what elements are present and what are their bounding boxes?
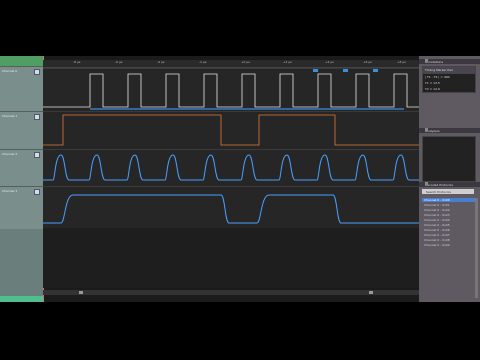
- ruler-tick: -8 μs: [73, 60, 81, 64]
- clock-trace: [43, 114, 419, 146]
- logic-analyzer-window: Channel 0 Channel 1 Channel 2 Channel 3 …: [0, 56, 480, 302]
- close-icon[interactable]: [425, 182, 428, 185]
- protocol-row[interactable]: Channel 0 - 0x05: [422, 223, 476, 227]
- ruler-tick: -4 μs: [157, 60, 165, 64]
- ruler-tick: +0 μs: [241, 60, 250, 64]
- ruler-tick: +8 μs: [397, 60, 406, 64]
- analyzers-header[interactable]: Analyzers: [419, 128, 480, 133]
- protocol-row[interactable]: Channel 0 - 0x02: [422, 208, 476, 212]
- scroll-handle-right[interactable]: [369, 291, 373, 294]
- protocol-row[interactable]: Channel 0 - 0x07: [422, 233, 476, 237]
- protocol-row[interactable]: Channel 0 - 0x09: [422, 243, 476, 247]
- channel-panel-header[interactable]: [0, 56, 43, 66]
- analog-trace: [43, 194, 419, 224]
- protocol-list-scrollbar[interactable]: [475, 198, 478, 298]
- protocol-row[interactable]: Channel 0 - 0x06: [422, 228, 476, 232]
- channel-label: Channel 3: [2, 189, 18, 193]
- annotations-header[interactable]: Annotations: [419, 59, 480, 64]
- digital-trace: [43, 73, 419, 108]
- protocol-row[interactable]: Channel 0 - 0x08: [422, 238, 476, 242]
- waveform-channel-2[interactable]: [43, 149, 419, 187]
- timing-marker: [343, 69, 348, 72]
- ruler-tick: -6 μs: [115, 60, 123, 64]
- ruler-tick: +6 μs: [363, 60, 372, 64]
- waveform-channel-1[interactable]: [43, 111, 419, 150]
- channel-panel: Channel 0 Channel 1 Channel 2 Channel 3: [0, 56, 44, 302]
- close-icon[interactable]: [425, 59, 428, 62]
- gear-icon[interactable]: [34, 152, 40, 158]
- protocol-row[interactable]: Channel 0 - 0x03: [422, 213, 476, 217]
- empty-channel-area: [43, 228, 419, 288]
- channel-row-2[interactable]: Channel 2: [0, 149, 43, 187]
- channel-row-1[interactable]: Channel 1: [0, 111, 43, 150]
- protocol-row[interactable]: Channel 0 - 0x00: [422, 198, 476, 202]
- add-icon[interactable]: [425, 128, 428, 131]
- ruler-tick: -2 μs: [199, 60, 207, 64]
- decoded-protocols-header[interactable]: Decoded Protocols: [419, 182, 480, 187]
- protocol-row[interactable]: Channel 0 - 0x04: [422, 218, 476, 222]
- analog-trace: [43, 154, 419, 181]
- time-ruler[interactable]: -8 μs -6 μs -4 μs -2 μs +0 μs +2 μs +4 μ…: [43, 60, 419, 68]
- side-panel: Annotations Timing Marker Pair | T1 - T2…: [419, 56, 480, 302]
- waveform-channel-3[interactable]: [43, 186, 419, 229]
- channel-row-3[interactable]: Channel 3: [0, 186, 43, 229]
- search-protocols-input[interactable]: Search Protocols: [422, 189, 474, 194]
- gear-icon[interactable]: [34, 189, 40, 195]
- waveform-channel-0[interactable]: [43, 68, 419, 112]
- channel-label: Channel 0: [2, 69, 18, 73]
- ruler-tick: +4 μs: [325, 60, 334, 64]
- channel-label: Channel 1: [2, 114, 18, 118]
- timing-marker: [313, 69, 318, 72]
- gear-icon[interactable]: [34, 114, 40, 120]
- scroll-handle-left[interactable]: [79, 291, 83, 294]
- decoded-protocols-title: Decoded Protocols: [425, 183, 453, 187]
- channel-label: Channel 2: [2, 152, 18, 156]
- measurement-line: T2 = 12.9: [425, 87, 440, 91]
- search-protocols-placeholder: Search Protocols: [426, 190, 451, 194]
- channel-panel-footer[interactable]: [0, 296, 43, 302]
- ruler-tick: +2 μs: [283, 60, 292, 64]
- protocol-row[interactable]: Channel 0 - 0x01: [422, 203, 476, 207]
- timing-marker: [373, 69, 378, 72]
- horizontal-scrollbar[interactable]: [43, 290, 419, 295]
- channel-row-0[interactable]: Channel 0: [0, 66, 43, 115]
- analyzers-list: [422, 136, 476, 182]
- measurement-box: | T1 - T2 | = 400 T1 = 12.5 T2 = 12.9: [422, 73, 476, 93]
- gear-icon[interactable]: [34, 69, 40, 75]
